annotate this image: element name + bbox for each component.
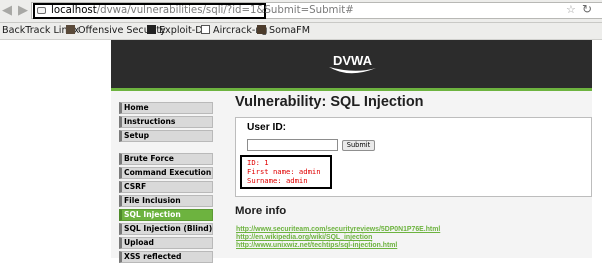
url-host: localhost	[51, 5, 97, 16]
url-path: /dvwa/vulnerabilities/sqli/?id=1&Submit=…	[96, 5, 354, 16]
refresh-icon[interactable]: ↻	[582, 3, 592, 16]
menu-item-instructions[interactable]: Instructions	[119, 116, 213, 128]
dvwa-logo: DVWA	[329, 53, 376, 74]
forward-arrow-icon[interactable]: ▶	[18, 3, 28, 19]
page-margin-right	[592, 40, 602, 258]
more-info-link-securiteam[interactable]: http://www.securiteam.com/securityreview…	[236, 226, 440, 234]
result-first-name: First name: admin	[247, 167, 321, 176]
menu-item-brute-force[interactable]: Brute Force	[119, 153, 213, 165]
more-info-heading: More info	[235, 205, 287, 217]
user-id-input[interactable]	[247, 139, 338, 151]
menu-item-xss-reflected[interactable]: XSS reflected	[119, 251, 213, 263]
menu-item-home[interactable]: Home	[119, 102, 213, 114]
more-info-link-wikipedia[interactable]: http://en.wikipedia.org/wiki/SQL_injecti…	[236, 234, 372, 242]
page-title: Vulnerability: SQL Injection	[235, 94, 424, 110]
menu-item-file-inclusion[interactable]: File Inclusion	[119, 195, 213, 207]
site-identity-icon[interactable]	[37, 7, 46, 14]
back-arrow-icon[interactable]: ◀	[2, 3, 12, 19]
user-id-label: User ID:	[247, 122, 287, 133]
bookmark-somafm[interactable]: SomaFM	[257, 24, 310, 38]
logo-text: DVWA	[333, 53, 373, 68]
submit-button[interactable]: Submit	[342, 140, 375, 151]
menu-item-sql-injection[interactable]: SQL Injection	[119, 209, 213, 221]
bookmark-label: SomaFM	[269, 25, 310, 36]
bookmark-star-icon[interactable]: ☆	[566, 4, 576, 16]
aircrack-icon	[201, 25, 210, 34]
menu-item-command-execution[interactable]: Command Execution	[119, 167, 213, 179]
result-id: ID: 1	[247, 158, 269, 167]
bookmarks-toolbar: BackTrack Linux Offensive Security Explo…	[0, 23, 602, 40]
offensive-security-icon	[66, 25, 75, 34]
somafm-icon	[257, 25, 266, 34]
page-margin-left	[0, 40, 111, 258]
url-text[interactable]: localhost/dvwa/vulnerabilities/sqli/?id=…	[51, 4, 354, 18]
menu-item-setup[interactable]: Setup	[119, 130, 213, 142]
bookmark-exploit-db[interactable]: Exploit-DB	[147, 24, 209, 38]
menu-item-upload[interactable]: Upload	[119, 237, 213, 249]
result-surname: Surname: admin	[247, 176, 308, 185]
menu-item-sql-injection-blind[interactable]: SQL Injection (Blind)	[119, 223, 213, 235]
more-info-link-unixwiz[interactable]: http://www.unixwiz.net/techtips/sql-inje…	[236, 242, 397, 250]
menu-item-csrf[interactable]: CSRF	[119, 181, 213, 193]
exploit-db-icon	[147, 25, 156, 34]
